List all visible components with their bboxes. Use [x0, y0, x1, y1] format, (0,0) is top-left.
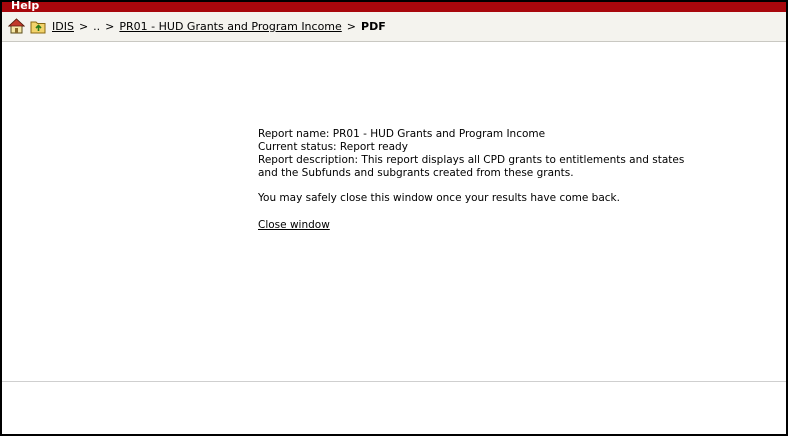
report-window: Help IDIS > .. > PR01 - HUD Grants and P… — [0, 0, 788, 436]
close-note: You may safely close this window once yo… — [258, 192, 620, 204]
breadcrumb-bar: IDIS > .. > PR01 - HUD Grants and Progra… — [2, 12, 786, 42]
breadcrumb-idis-link[interactable]: IDIS — [52, 20, 74, 33]
top-menu-bar: Help — [2, 0, 786, 12]
help-menu[interactable]: Help — [11, 0, 39, 12]
close-window-link[interactable]: Close window — [258, 219, 330, 231]
report-status: Current status: Report ready — [258, 141, 408, 153]
footer-divider — [2, 381, 786, 382]
report-status-panel: Report name: PR01 - HUD Grants and Progr… — [258, 128, 684, 232]
report-description-line-2: and the Subfunds and subgrants created f… — [258, 167, 574, 179]
breadcrumb-separator: > — [78, 19, 89, 33]
report-description-line-1: Report description: This report displays… — [258, 154, 685, 166]
folder-up-icon[interactable] — [30, 18, 47, 34]
breadcrumb-separator: > — [105, 19, 115, 33]
breadcrumb-separator: > — [346, 19, 357, 33]
breadcrumb: IDIS > .. > PR01 - HUD Grants and Progra… — [8, 18, 386, 34]
report-name: Report name: PR01 - HUD Grants and Progr… — [258, 128, 546, 140]
breadcrumb-ellipsis: .. — [93, 19, 101, 33]
home-icon[interactable] — [8, 18, 25, 34]
breadcrumb-current-pdf: PDF — [361, 19, 386, 33]
breadcrumb-pr01-link[interactable]: PR01 - HUD Grants and Program Income — [119, 20, 341, 33]
